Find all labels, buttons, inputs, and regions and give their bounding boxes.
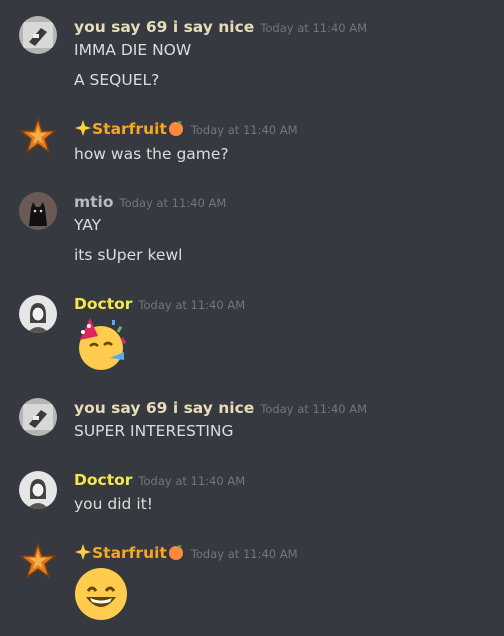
sparkle-star-icon [74,543,92,561]
author-name[interactable]: Doctor [74,471,132,489]
message-text: A SEQUEL? [74,71,160,89]
message-text: how was the game? [74,145,229,163]
author-name[interactable]: you say 69 i say nice [74,18,254,36]
message-header: Starfruit Today at 11:40 AM [74,543,298,565]
avatar[interactable] [19,471,57,509]
avatar[interactable] [19,192,57,230]
message-header: Starfruit Today at 11:40 AM [74,119,298,141]
avatar[interactable] [19,542,57,580]
message-header: mtio Today at 11:40 AM [74,192,226,214]
message-header: Doctor Today at 11:40 AM [74,470,245,492]
chat-messages: you say 69 i say nice Today at 11:40 AM I… [0,0,504,636]
timestamp: Today at 11:40 AM [138,474,246,488]
timestamp: Today at 11:40 AM [260,402,368,416]
message-text: IMMA DIE NOW [74,41,192,59]
message-header: Doctor Today at 11:40 AM [74,294,245,316]
partying-face-emoji [74,318,128,372]
timestamp: Today at 11:40 AM [138,298,246,312]
timestamp: Today at 11:40 AM [119,196,227,210]
author-name[interactable]: Starfruit [92,120,167,138]
timestamp: Today at 11:40 AM [190,123,298,137]
peach-icon [167,543,185,561]
message-text: its sUper kewl [74,246,183,264]
avatar[interactable] [19,295,57,333]
avatar[interactable] [19,398,57,436]
message-text: SUPER INTERESTING [74,422,234,440]
timestamp: Today at 11:40 AM [260,21,368,35]
message-text: you did it! [74,495,153,513]
author-name[interactable]: Starfruit [92,544,167,562]
message-text: YAY [74,216,102,234]
author-name[interactable]: you say 69 i say nice [74,399,254,417]
peach-icon [167,119,185,137]
author-name[interactable]: mtio [74,193,114,211]
timestamp: Today at 11:40 AM [190,547,298,561]
author-name[interactable]: Doctor [74,295,132,313]
sparkle-star-icon [74,119,92,137]
avatar[interactable] [19,16,57,54]
avatar[interactable] [19,117,57,155]
grinning-face-emoji [74,567,128,621]
message-header: you say 69 i say nice Today at 11:40 AM [74,398,367,420]
message-header: you say 69 i say nice Today at 11:40 AM [74,17,367,39]
